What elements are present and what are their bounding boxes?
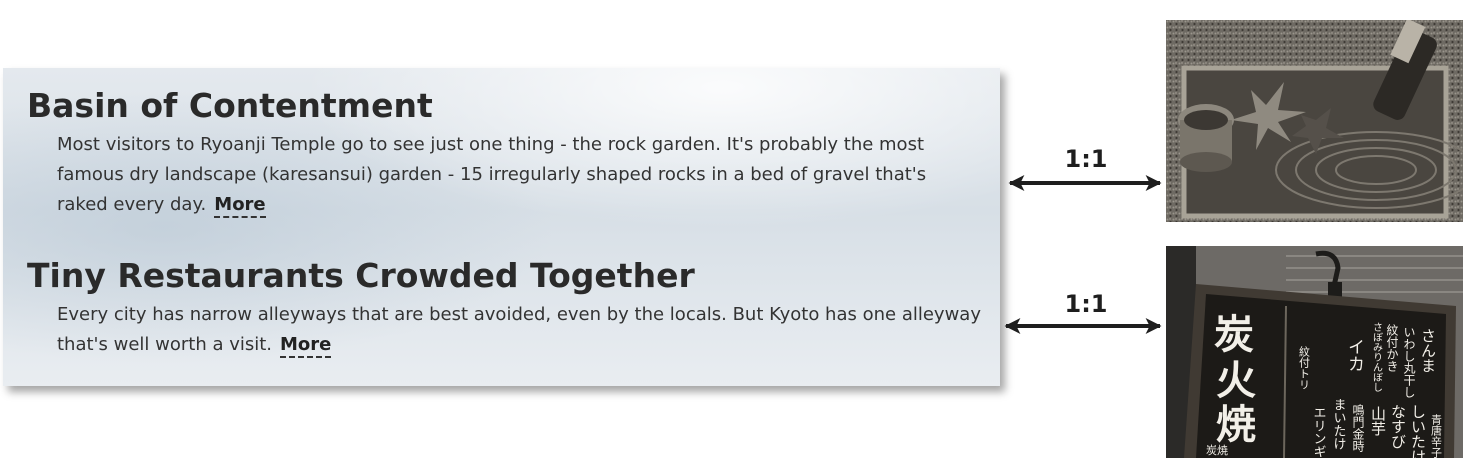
- sign-bottom-text: 炭焼: [1206, 444, 1228, 457]
- sign-col-10: 山芋: [1369, 406, 1387, 436]
- sign-col-7: 青唐辛子: [1430, 414, 1443, 458]
- sign-col-1: さんま: [1419, 328, 1437, 373]
- sign-col-3: 紋付かき: [1385, 324, 1399, 372]
- restaurant-sign-photo: 炭 火 焼 さんま いわし丸干し 紋付かき さぼみりんぼし イカ 紋付トリ 青唐…: [1166, 246, 1463, 458]
- sign-big-char-1: 炭: [1214, 312, 1254, 358]
- sign-col-13: エリンギ: [1311, 406, 1326, 458]
- sign-col-5: イカ: [1344, 338, 1364, 372]
- sign-big-char-2: 火: [1216, 358, 1256, 404]
- garden-basin-photo: [1166, 20, 1463, 222]
- sign-col-12: まいたけ: [1331, 398, 1346, 450]
- sign-col-9: なすび: [1389, 404, 1407, 449]
- sign-col-2: いわし丸干し: [1402, 326, 1416, 398]
- sign-col-4: さぼみりんぼし: [1371, 322, 1383, 392]
- sign-col-6: 紋付トリ: [1298, 345, 1311, 390]
- sign-col-11: 鳴門金時: [1351, 404, 1365, 452]
- sign-col-8: しいたけ: [1409, 404, 1427, 458]
- sign-big-char-3: 焼: [1216, 402, 1256, 448]
